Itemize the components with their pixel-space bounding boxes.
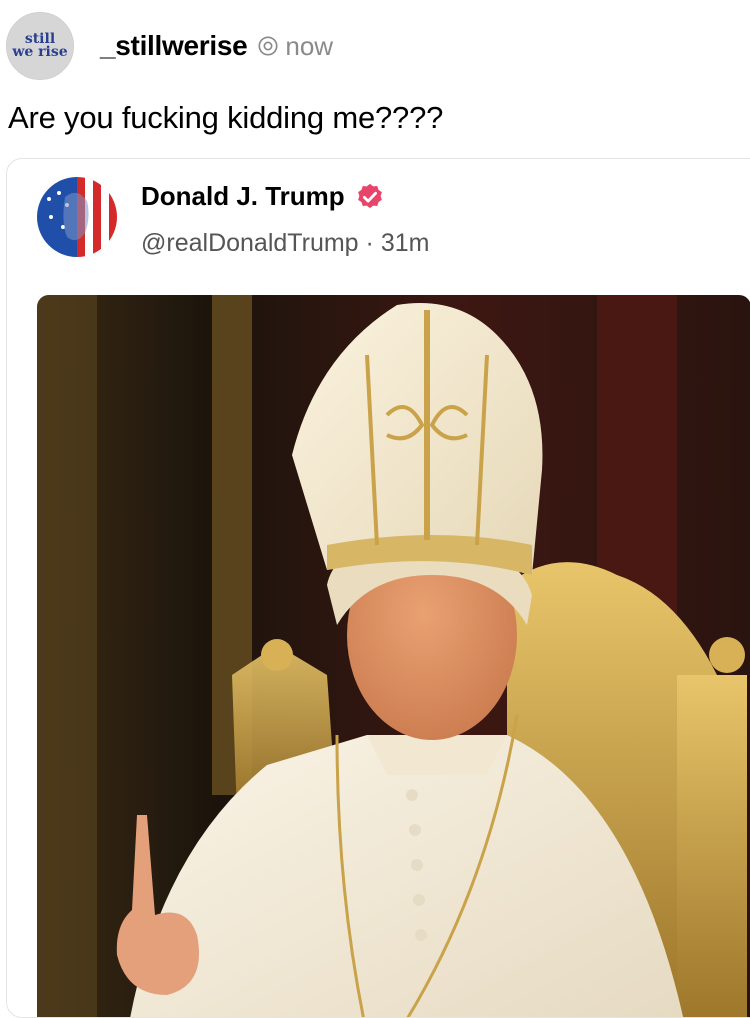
verified-badge-icon <box>357 183 382 208</box>
post-caption: Are you fucking kidding me???? <box>8 100 444 135</box>
avatar[interactable]: still we rise <box>6 12 74 80</box>
quoted-handle-line: @realDonaldTrump · 31m <box>141 229 429 258</box>
post-header: still we rise _stillwerise now <box>6 10 333 82</box>
pope-portrait-image <box>37 295 750 1017</box>
quoted-display-name[interactable]: Donald J. Trump <box>141 181 385 212</box>
quoted-post-card[interactable]: Donald J. Trump @realDonaldTrump · 31m <box>6 158 750 1018</box>
quoted-avatar[interactable] <box>37 177 117 257</box>
avatar-logo: still we rise <box>12 31 68 60</box>
handle-separator: · <box>365 229 374 257</box>
flag-face-avatar-image <box>37 177 117 257</box>
quoted-handle[interactable]: @realDonaldTrump <box>141 229 359 257</box>
username[interactable]: _stillwerise <box>100 30 248 62</box>
quoted-post-image[interactable] <box>37 295 750 1017</box>
threads-icon <box>258 36 278 56</box>
post-timestamp: now <box>285 30 334 61</box>
quoted-post-age: 31m <box>380 229 430 257</box>
